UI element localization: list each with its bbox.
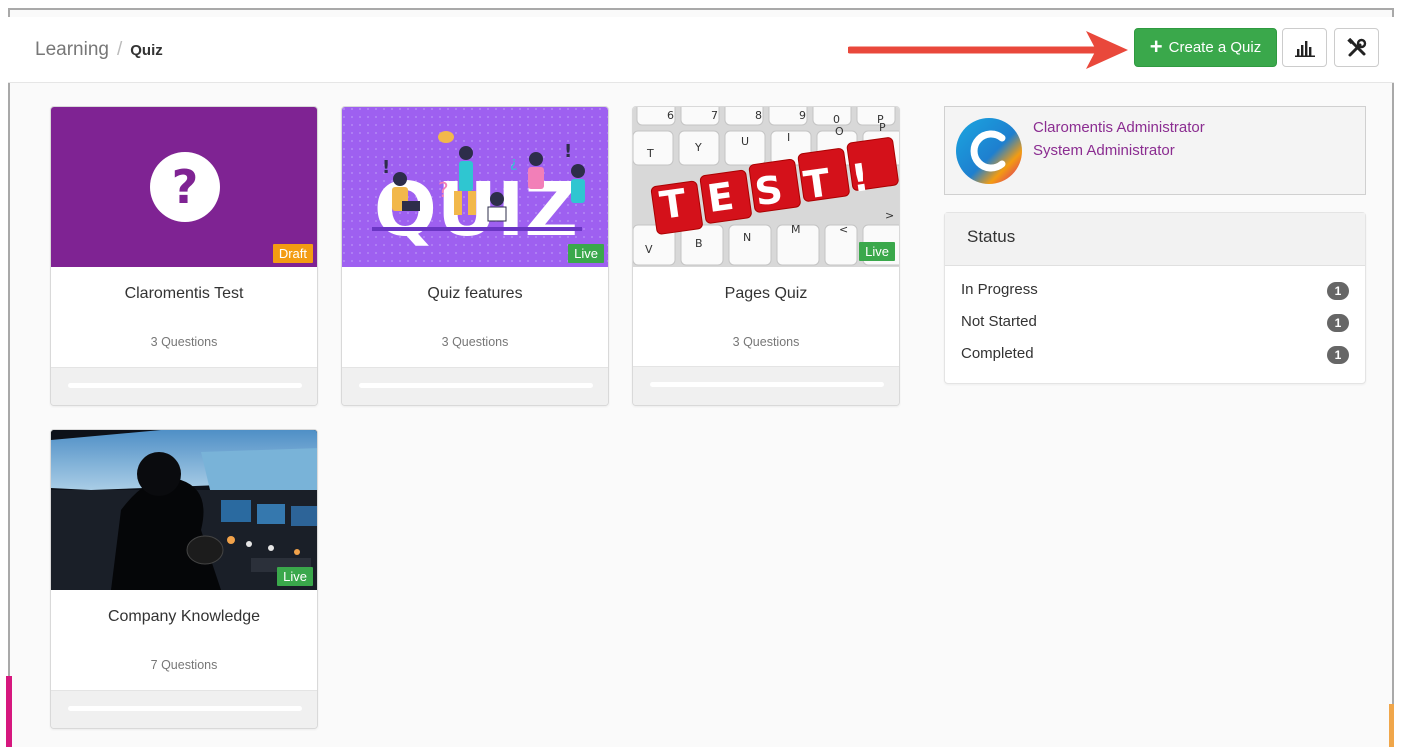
quiz-thumbnail: QUIZ ? ! ! ¿ Live xyxy=(342,107,608,267)
quiz-thumbnail: Live xyxy=(51,430,317,590)
breadcrumb-learning[interactable]: Learning xyxy=(35,39,109,60)
status-panel: Status In Progress 1 Not Started 1 Compl… xyxy=(944,212,1366,384)
profile-name[interactable]: Claromentis Administrator xyxy=(1033,119,1205,136)
svg-text:O: O xyxy=(835,125,844,138)
status-badge: Live xyxy=(568,244,604,263)
quiz-thumbnail: 6 7 8 9 0 P T Y U I O P V B N M < > TEST… xyxy=(633,107,899,267)
status-label: In Progress xyxy=(961,281,1038,298)
status-row[interactable]: Not Started 1 xyxy=(961,313,1349,335)
status-count-badge: 1 xyxy=(1327,282,1349,300)
progress-area xyxy=(51,367,317,405)
svg-text:Y: Y xyxy=(694,141,702,154)
question-count: 7 Questions xyxy=(150,658,218,672)
create-quiz-button[interactable]: + Create a Quiz xyxy=(1134,28,1277,67)
cockpit-photo xyxy=(51,430,317,590)
progress-area xyxy=(51,690,317,728)
svg-text:!: ! xyxy=(564,141,572,162)
breadcrumb: Learning / Quiz xyxy=(35,39,163,61)
progress-bar xyxy=(359,383,593,388)
question-count: 3 Questions xyxy=(150,335,218,349)
status-count-badge: 1 xyxy=(1327,346,1349,364)
svg-text:T: T xyxy=(646,147,654,160)
quiz-card[interactable]: 6 7 8 9 0 P T Y U I O P V B N M < > TEST… xyxy=(632,106,900,406)
statistics-button[interactable] xyxy=(1282,28,1327,67)
quiz-card[interactable]: Live Company Knowledge 7 Questions xyxy=(50,429,318,729)
question-count: 3 Questions xyxy=(732,335,800,349)
quiz-title[interactable]: Quiz features xyxy=(342,285,608,305)
svg-text:!: ! xyxy=(382,157,390,178)
status-count-badge: 1 xyxy=(1327,314,1349,332)
question-icon: ? xyxy=(150,152,220,222)
progress-area xyxy=(633,366,899,405)
right-edge-accent xyxy=(1389,704,1394,747)
bar-chart-icon xyxy=(1294,40,1315,57)
svg-text:V: V xyxy=(645,243,653,256)
quiz-card[interactable]: ? Draft Claromentis Test 3 Questions xyxy=(50,106,318,406)
status-badge: Live xyxy=(859,242,895,261)
quiz-thumbnail: ? Draft xyxy=(51,107,317,267)
profile-role[interactable]: System Administrator xyxy=(1033,142,1175,159)
svg-text:N: N xyxy=(743,231,751,244)
svg-text:9: 9 xyxy=(799,109,806,122)
annotation-arrow-icon xyxy=(848,31,1128,69)
status-badge: Draft xyxy=(272,244,313,263)
quiz-title[interactable]: Company Knowledge xyxy=(51,608,317,628)
svg-text:P: P xyxy=(879,121,886,134)
left-edge-accent xyxy=(6,676,12,747)
status-row[interactable]: In Progress 1 xyxy=(961,281,1349,303)
svg-text:B: B xyxy=(695,237,703,250)
page-header: Learning / Quiz + Create a Quiz xyxy=(8,17,1394,83)
progress-bar xyxy=(650,382,884,387)
breadcrumb-separator: / xyxy=(116,39,123,60)
profile-panel: Claromentis Administrator System Adminis… xyxy=(944,106,1366,195)
svg-text:8: 8 xyxy=(755,109,762,122)
svg-text:?: ? xyxy=(438,178,449,202)
progress-bar xyxy=(68,706,302,711)
svg-text:I: I xyxy=(787,131,790,144)
status-badge: Live xyxy=(277,567,313,586)
admin-tools-button[interactable] xyxy=(1334,28,1379,67)
status-label: Completed xyxy=(961,345,1034,362)
quiz-title[interactable]: Claromentis Test xyxy=(51,285,317,305)
quiz-title[interactable]: Pages Quiz xyxy=(633,285,899,305)
avatar[interactable] xyxy=(956,118,1022,184)
status-row[interactable]: Completed 1 xyxy=(961,345,1349,367)
quiz-illustration: QUIZ ? ! ! ¿ xyxy=(342,107,608,267)
svg-text:6: 6 xyxy=(667,109,674,122)
svg-text:M: M xyxy=(791,223,801,236)
status-label: Not Started xyxy=(961,313,1037,330)
svg-text:?: ? xyxy=(172,160,199,214)
tools-icon xyxy=(1346,37,1366,56)
question-count: 3 Questions xyxy=(441,335,509,349)
status-panel-title: Status xyxy=(945,213,1365,266)
progress-bar xyxy=(68,383,302,388)
svg-text:U: U xyxy=(741,135,749,148)
plus-icon: + xyxy=(1149,33,1163,59)
svg-text:7: 7 xyxy=(711,109,718,122)
svg-text:¿: ¿ xyxy=(510,155,517,171)
breadcrumb-current: Quiz xyxy=(130,42,163,59)
svg-text:<: < xyxy=(839,223,848,236)
svg-text:>: > xyxy=(885,209,894,222)
quiz-card[interactable]: QUIZ ? ! ! ¿ Live Quiz features 3 Questi… xyxy=(341,106,609,406)
progress-area xyxy=(342,367,608,405)
create-quiz-label: Create a Quiz xyxy=(1168,39,1262,56)
